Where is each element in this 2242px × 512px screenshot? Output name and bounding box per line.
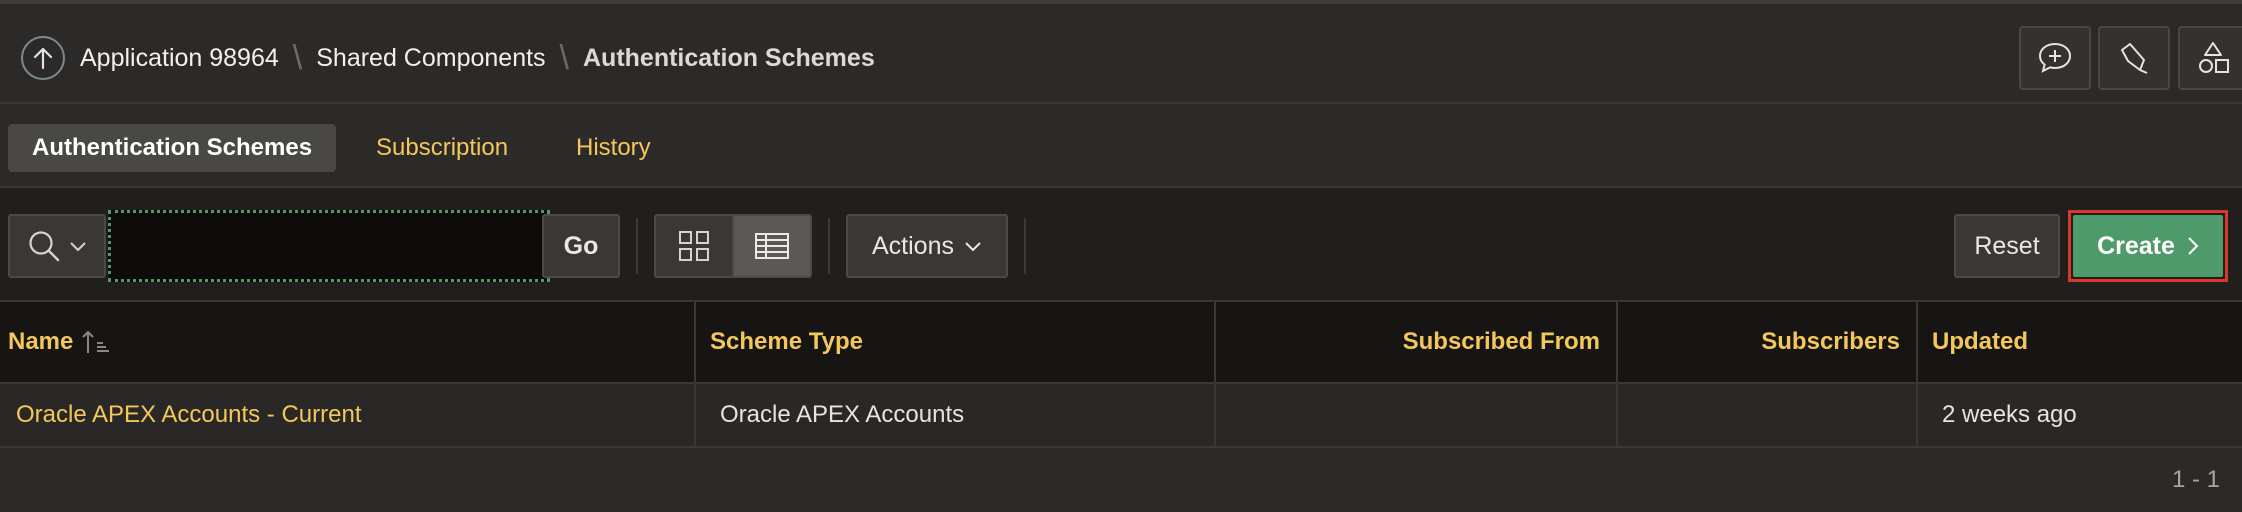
row-scheme-type: Oracle APEX Accounts	[696, 384, 1216, 446]
chevron-down-icon	[964, 240, 982, 252]
breadcrumb-separator: \	[559, 38, 569, 77]
create-button[interactable]: Create	[2073, 215, 2223, 277]
row-updated: 2 weeks ago	[1942, 401, 2077, 428]
app-frame: Application 98964 \ Shared Components \ …	[0, 0, 2242, 512]
arrow-up-icon	[32, 46, 54, 70]
chat-add-icon	[2037, 41, 2073, 75]
breadcrumb-separator: \	[292, 38, 303, 77]
column-header-scheme-type[interactable]: Scheme Type	[696, 302, 1216, 382]
chevron-right-icon	[2187, 236, 2199, 256]
go-button[interactable]: Go	[542, 214, 620, 278]
row-subscribers	[1618, 384, 1918, 446]
icon-view-button[interactable]	[654, 214, 734, 278]
shapes-icon	[2195, 40, 2231, 76]
toolbar-divider	[636, 218, 638, 274]
tab-history[interactable]: History	[552, 124, 675, 172]
breadcrumb: Application 98964 \ Shared Components \ …	[80, 38, 875, 77]
table-header-row: Name Scheme Type Subscribed From Subscri…	[0, 302, 2242, 384]
actions-label: Actions	[872, 231, 954, 260]
row-subscribed-from	[1216, 384, 1618, 446]
shared-components-button[interactable]	[2178, 26, 2242, 90]
tab-authentication-schemes[interactable]: Authentication Schemes	[8, 124, 337, 172]
reset-button[interactable]: Reset	[1954, 214, 2060, 278]
tab-bar: Authentication Schemes Subscription Hist…	[0, 106, 2242, 188]
report-view-button[interactable]	[732, 214, 812, 278]
table-row: Oracle APEX Accounts - Current Oracle AP…	[0, 384, 2242, 448]
toolbar-divider	[1024, 218, 1026, 274]
search-column-selector[interactable]	[8, 214, 106, 278]
flashlight-icon	[2117, 41, 2151, 75]
search-input[interactable]	[108, 210, 550, 282]
report-table: Name Scheme Type Subscribed From Subscri…	[0, 302, 2242, 448]
toolbar-divider	[828, 218, 830, 274]
navigate-up-button[interactable]	[21, 36, 65, 80]
column-header-subscribers[interactable]: Subscribers	[1618, 302, 1918, 382]
search-icon	[27, 229, 61, 263]
page-header: Application 98964 \ Shared Components \ …	[0, 4, 2242, 104]
create-label: Create	[2097, 231, 2175, 260]
breadcrumb-current-page: Authentication Schemes	[583, 43, 875, 72]
breadcrumb-shared-components[interactable]: Shared Components	[316, 44, 545, 73]
row-name-link[interactable]: Oracle APEX Accounts - Current	[0, 384, 696, 446]
column-header-name[interactable]: Name	[0, 302, 696, 382]
grid-icon	[678, 230, 710, 262]
sort-ascending-icon	[81, 329, 111, 355]
highlight-button[interactable]	[2098, 26, 2170, 90]
column-header-subscribed-from[interactable]: Subscribed From	[1216, 302, 1618, 382]
table-icon	[754, 232, 790, 260]
pagination-info: 1 - 1	[2171, 466, 2220, 493]
actions-menu-button[interactable]: Actions	[846, 214, 1008, 278]
report-toolbar: Go Actions Reset Create	[0, 188, 2242, 302]
create-button-highlight: Create	[2068, 210, 2228, 282]
breadcrumb-application[interactable]: Application 98964	[80, 44, 279, 73]
feedback-button[interactable]	[2019, 26, 2091, 90]
chevron-down-icon	[69, 240, 87, 252]
tab-subscription[interactable]: Subscription	[352, 124, 532, 172]
column-header-updated[interactable]: Updated	[1918, 302, 2242, 382]
column-header-label: Name	[8, 328, 74, 355]
